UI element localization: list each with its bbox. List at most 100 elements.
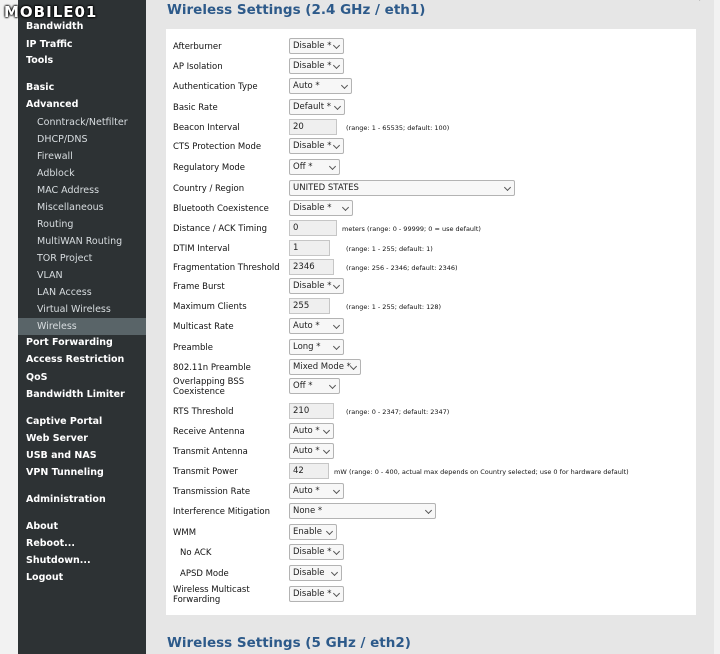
setting-label: Interference Mitigation [173,507,270,517]
802-11n-preamble-select[interactable]: Mixed Mode * [289,359,361,375]
dtim-interval-input[interactable]: 1 [289,240,330,256]
sidebar-item-reboot[interactable]: Reboot... [18,535,146,552]
overlapping-bss-coexistence-select[interactable]: Off * [289,378,340,394]
chevron-down-icon [332,342,341,351]
sidebar-item-firewall[interactable]: Firewall [18,148,146,165]
sidebar-item-advanced[interactable]: Advanced [18,96,146,113]
sidebar-item-usb-and-nas[interactable]: USB and NAS [18,447,146,464]
sidebar-item-access-restriction[interactable]: Access Restriction [18,351,146,368]
authentication-type-select[interactable]: Auto * [289,78,352,94]
sidebar-item-tor-project[interactable]: TOR Project [18,250,146,267]
sidebar-item-lan-access[interactable]: LAN Access [18,284,146,301]
sidebar-item-mac-address[interactable]: MAC Address [18,182,146,199]
apsd-mode-select[interactable]: Disable [289,565,342,581]
control-value: 0 [293,223,299,233]
wmm-select[interactable]: Enable [289,524,337,540]
sidebar-item-miscellaneous[interactable]: Miscellaneous [18,199,146,216]
chevron-down-icon [332,486,341,495]
setting-row-frame-burst: Frame Burst Disable * [173,277,693,297]
setting-label: Beacon Interval [173,123,240,133]
maximum-clients-input[interactable]: 255 [289,298,330,314]
chevron-down-icon [424,506,433,515]
afterburner-select[interactable]: Disable * [289,38,344,54]
receive-antenna-select[interactable]: Auto * [289,423,334,439]
chevron-down-icon [349,362,358,371]
section-title-5ghz: Wireless Settings (5 GHz / eth2) [167,635,411,651]
caret-icon: ▾ [697,0,702,4]
sidebar-item-shutdown[interactable]: Shutdown... [18,552,146,569]
setting-label: APSD Mode [180,569,229,579]
setting-label: Fragmentation Threshold [173,263,280,273]
setting-row-fragmentation-threshold: Fragmentation Threshold 2346 (range: 256 -… [173,258,693,278]
transmit-antenna-select[interactable]: Auto * [289,443,334,459]
range-hint: (range: 0 - 99999; 0 = use default) [367,225,481,233]
rts-threshold-input[interactable]: 210 [289,403,334,419]
sidebar-item-conntrack-netfilter[interactable]: Conntrack/Netfilter [18,114,146,131]
sidebar-item-wireless[interactable]: Wireless [18,318,146,335]
sidebar-item-port-forwarding[interactable]: Port Forwarding [18,334,146,351]
sidebar-item-about[interactable]: About [18,518,146,535]
unit-label: mW [334,468,347,476]
transmission-rate-select[interactable]: Auto * [289,483,344,499]
control-value: Disable * [293,203,332,213]
setting-label-line: Forwarding [173,595,221,605]
control-value: Disable * [293,61,332,71]
no-ack-select[interactable]: Disable * [289,544,344,560]
chevron-down-icon [332,41,341,50]
sidebar-item-multiwan-routing[interactable]: MultiWAN Routing [18,233,146,250]
control-value: Auto * [293,81,320,91]
sidebar-item-dhcp-dns[interactable]: DHCP/DNS [18,131,146,148]
range-hint: (range: 1 - 255; default: 1) [346,245,433,253]
ap-isolation-select[interactable]: Disable * [289,58,344,74]
sidebar-item-logout[interactable]: Logout [18,569,146,586]
sidebar-item-captive-portal[interactable]: Captive Portal [18,413,146,430]
sidebar-menu: Bandwidth IP Traffic Tools Basic Advanced Con… [18,0,146,654]
sidebar-item-qos[interactable]: QoS [18,369,146,386]
sidebar-item-ip-traffic[interactable]: IP Traffic [18,36,146,53]
chevron-down-icon [332,141,341,150]
bluetooth-coexistence-select[interactable]: Disable * [289,200,353,216]
interference-mitigation-select[interactable]: None * [289,503,436,519]
cts-protection-mode-select[interactable]: Disable * [289,138,344,154]
setting-label: DTIM Interval [173,244,230,254]
control-value: Disable * [293,589,332,599]
control-value: 42 [293,466,304,476]
setting-label: Maximum Clients [173,302,247,312]
transmit-power-input[interactable]: 42 [289,463,329,479]
preamble-select[interactable]: Long * [289,339,344,355]
sidebar-item-vpn-tunneling[interactable]: VPN Tunneling [18,464,146,481]
chevron-down-icon [332,281,341,290]
setting-label: 802.11n Preamble [173,363,251,373]
basic-rate-select[interactable]: Default * [289,99,345,115]
sidebar-item-tools[interactable]: Tools [18,52,146,69]
sidebar-item-adblock[interactable]: Adblock [18,165,146,182]
sidebar-item-routing[interactable]: Routing [18,216,146,233]
sidebar-item-virtual-wireless[interactable]: Virtual Wireless [18,301,146,318]
control-value: Disable * [293,547,332,557]
setting-row-overlapping-bss-coexistence: Overlapping BSS Coexistence Off * [173,377,693,397]
wireless-multicast-forwarding-select[interactable]: Disable * [289,586,344,602]
setting-label: Wireless Multicast Forwarding [173,585,250,605]
sidebar-item-administration[interactable]: Administration [18,491,146,508]
beacon-interval-input[interactable]: 20 [289,119,337,135]
sidebar-item-basic[interactable]: Basic [18,79,146,96]
setting-row-afterburner: Afterburner Disable * [173,37,693,57]
multicast-rate-select[interactable]: Auto * [289,318,344,334]
range-hint: (range: 0 - 2347; default: 2347) [346,408,450,416]
setting-row-beacon-interval: Beacon Interval 20 (range: 1 - 65535; defa… [173,118,693,138]
control-value: Disable [293,568,325,578]
sidebar-item-vlan[interactable]: VLAN [18,267,146,284]
setting-label: Overlapping BSS Coexistence [173,377,244,397]
distance-ack-timing-input[interactable]: 0 [289,220,337,236]
setting-label: AP Isolation [173,62,223,72]
sidebar-item-bandwidth-limiter[interactable]: Bandwidth Limiter [18,386,146,403]
regulatory-mode-select[interactable]: Off * [289,159,340,175]
window-frame-right [714,0,720,654]
sidebar-item-web-server[interactable]: Web Server [18,430,146,447]
fragmentation-threshold-input[interactable]: 2346 [289,259,334,275]
country-region-select[interactable]: UNITED STATES [289,180,515,196]
setting-label: Country / Region [173,184,245,194]
frame-burst-select[interactable]: Disable * [289,278,344,294]
setting-label: CTS Protection Mode [173,142,262,152]
setting-row-maximum-clients: Maximum Clients 255 (range: 1 - 255; defau… [173,297,693,317]
